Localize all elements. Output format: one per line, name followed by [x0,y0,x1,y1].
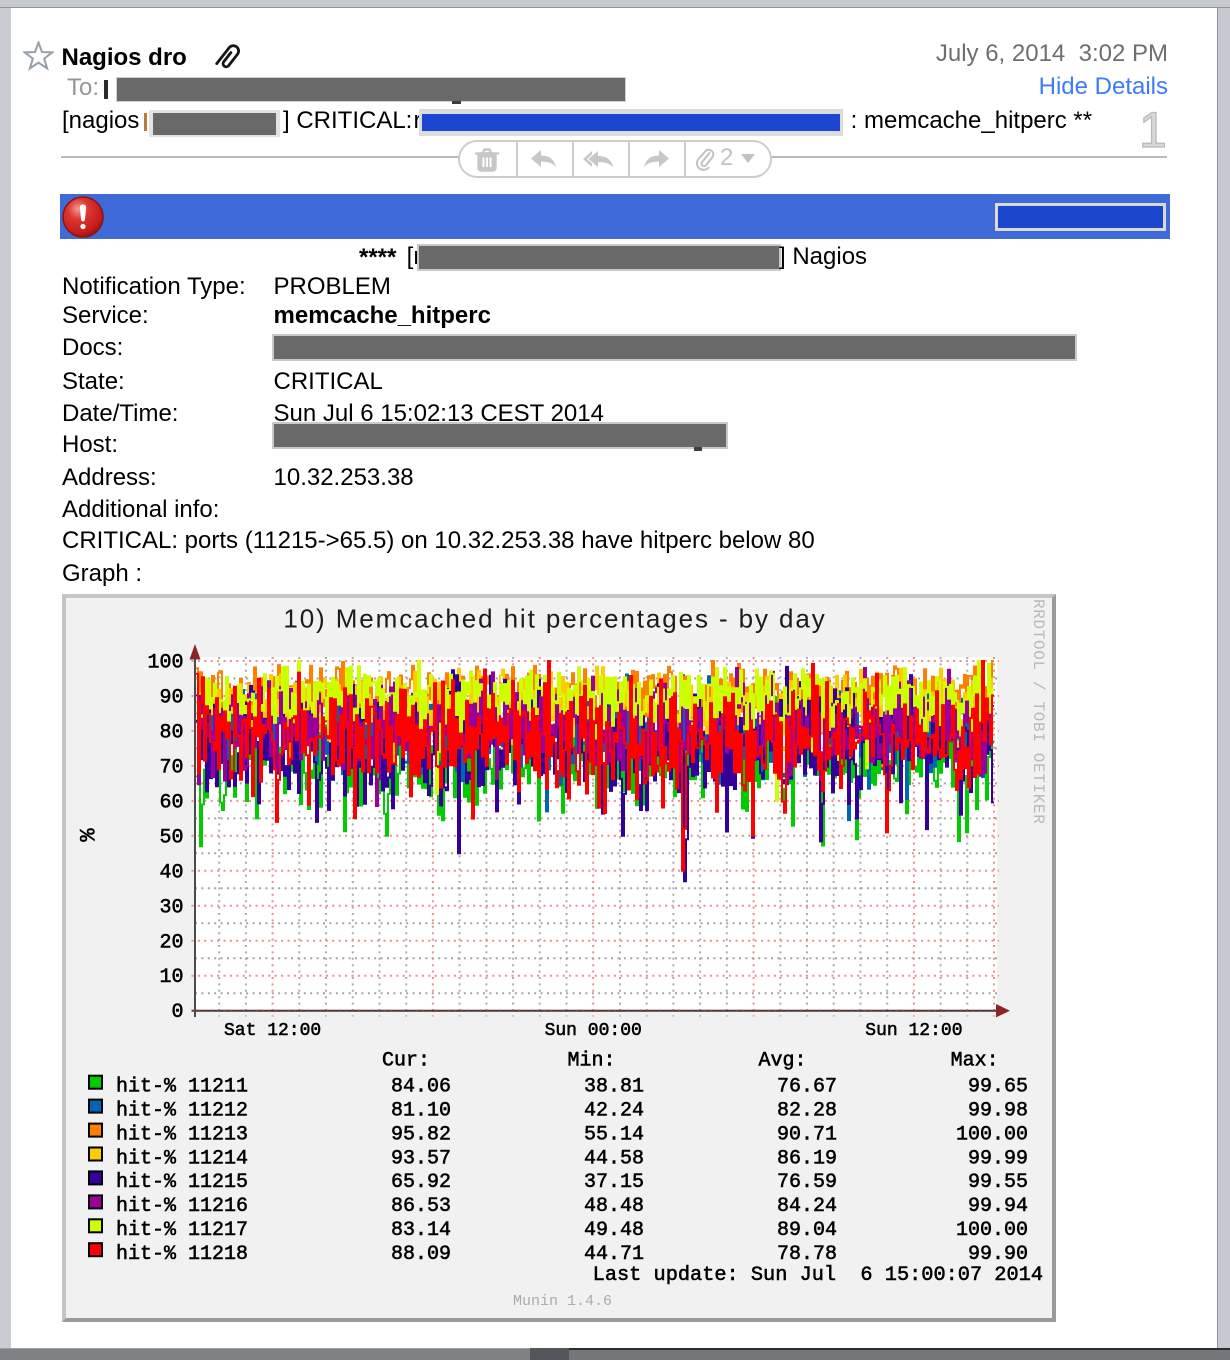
svg-text:81.10: 81.10 [391,1099,451,1122]
svg-text:44.58: 44.58 [584,1147,644,1170]
svg-text:10: 10 [159,966,183,989]
svg-text:RRDTOOL / TOBI OETIKER: RRDTOOL / TOBI OETIKER [1029,599,1047,825]
svg-text:42.24: 42.24 [584,1099,644,1122]
svg-text:48.48: 48.48 [584,1195,644,1218]
svg-text:99.55: 99.55 [968,1171,1028,1194]
svg-text:70: 70 [159,756,183,779]
svg-text:90.71: 90.71 [777,1123,837,1146]
svg-text:20: 20 [159,931,183,954]
svg-text:99.65: 99.65 [968,1076,1028,1099]
svg-text:49.48: 49.48 [584,1219,644,1242]
svg-text:86.53: 86.53 [391,1195,451,1218]
svg-text:hit-% 11213: hit-% 11213 [116,1123,248,1146]
svg-text:30: 30 [159,896,183,919]
svg-text:83.14: 83.14 [391,1219,451,1242]
svg-text:100.00: 100.00 [956,1219,1028,1242]
svg-text:84.06: 84.06 [391,1076,451,1099]
svg-text:76.67: 76.67 [777,1076,837,1099]
svg-text:76.59: 76.59 [777,1171,837,1194]
svg-text:hit-% 11216: hit-% 11216 [116,1195,248,1218]
svg-text:10) Memcached hit percentages: 10) Memcached hit percentages - by day [283,604,826,634]
svg-text:50: 50 [159,826,183,849]
svg-text:78.78: 78.78 [777,1243,837,1266]
svg-text:%: % [77,828,102,842]
svg-text:Munin 1.4.6: Munin 1.4.6 [513,1293,612,1310]
svg-text:93.57: 93.57 [391,1147,451,1170]
svg-text:Sun 12:00: Sun 12:00 [865,1021,962,1041]
svg-text:Max:: Max: [951,1050,999,1073]
svg-text:Sun 00:00: Sun 00:00 [545,1021,642,1041]
svg-text:95.82: 95.82 [391,1123,451,1146]
svg-text:84.24: 84.24 [777,1195,837,1218]
svg-text:hit-% 11211: hit-% 11211 [116,1076,248,1099]
svg-text:0: 0 [171,1001,183,1024]
svg-text:hit-% 11217: hit-% 11217 [116,1219,248,1242]
svg-text:80: 80 [159,721,183,744]
svg-text:90: 90 [159,687,183,710]
svg-text:60: 60 [159,791,183,814]
svg-text:89.04: 89.04 [777,1219,837,1242]
svg-text:Sat 12:00: Sat 12:00 [224,1021,321,1041]
svg-text:38.81: 38.81 [584,1076,644,1099]
svg-text:hit-% 11214: hit-% 11214 [116,1147,248,1170]
svg-text:99.99: 99.99 [968,1147,1028,1170]
svg-text:hit-% 11215: hit-% 11215 [116,1171,248,1194]
svg-text:55.14: 55.14 [584,1123,644,1146]
svg-text:82.28: 82.28 [777,1099,837,1122]
svg-text:Min:: Min: [567,1050,615,1073]
svg-text:100: 100 [147,652,183,675]
svg-text:100.00: 100.00 [956,1123,1028,1146]
svg-text:65.92: 65.92 [391,1171,451,1194]
svg-text:Last update: Sun Jul 6 15:00:: Last update: Sun Jul 6 15:00:07 2014 [593,1264,1043,1287]
svg-text:Avg:: Avg: [758,1050,806,1073]
svg-text:88.09: 88.09 [391,1243,451,1266]
svg-text:Cur:: Cur: [382,1050,430,1073]
svg-text:hit-% 11212: hit-% 11212 [116,1099,248,1122]
svg-text:99.94: 99.94 [968,1195,1028,1218]
svg-text:hit-% 11218: hit-% 11218 [116,1243,248,1266]
svg-text:37.15: 37.15 [584,1171,644,1194]
svg-text:44.71: 44.71 [584,1243,644,1266]
svg-text:99.98: 99.98 [968,1099,1028,1122]
svg-text:99.90: 99.90 [968,1243,1028,1266]
svg-text:40: 40 [159,861,183,884]
svg-text:86.19: 86.19 [777,1147,837,1170]
